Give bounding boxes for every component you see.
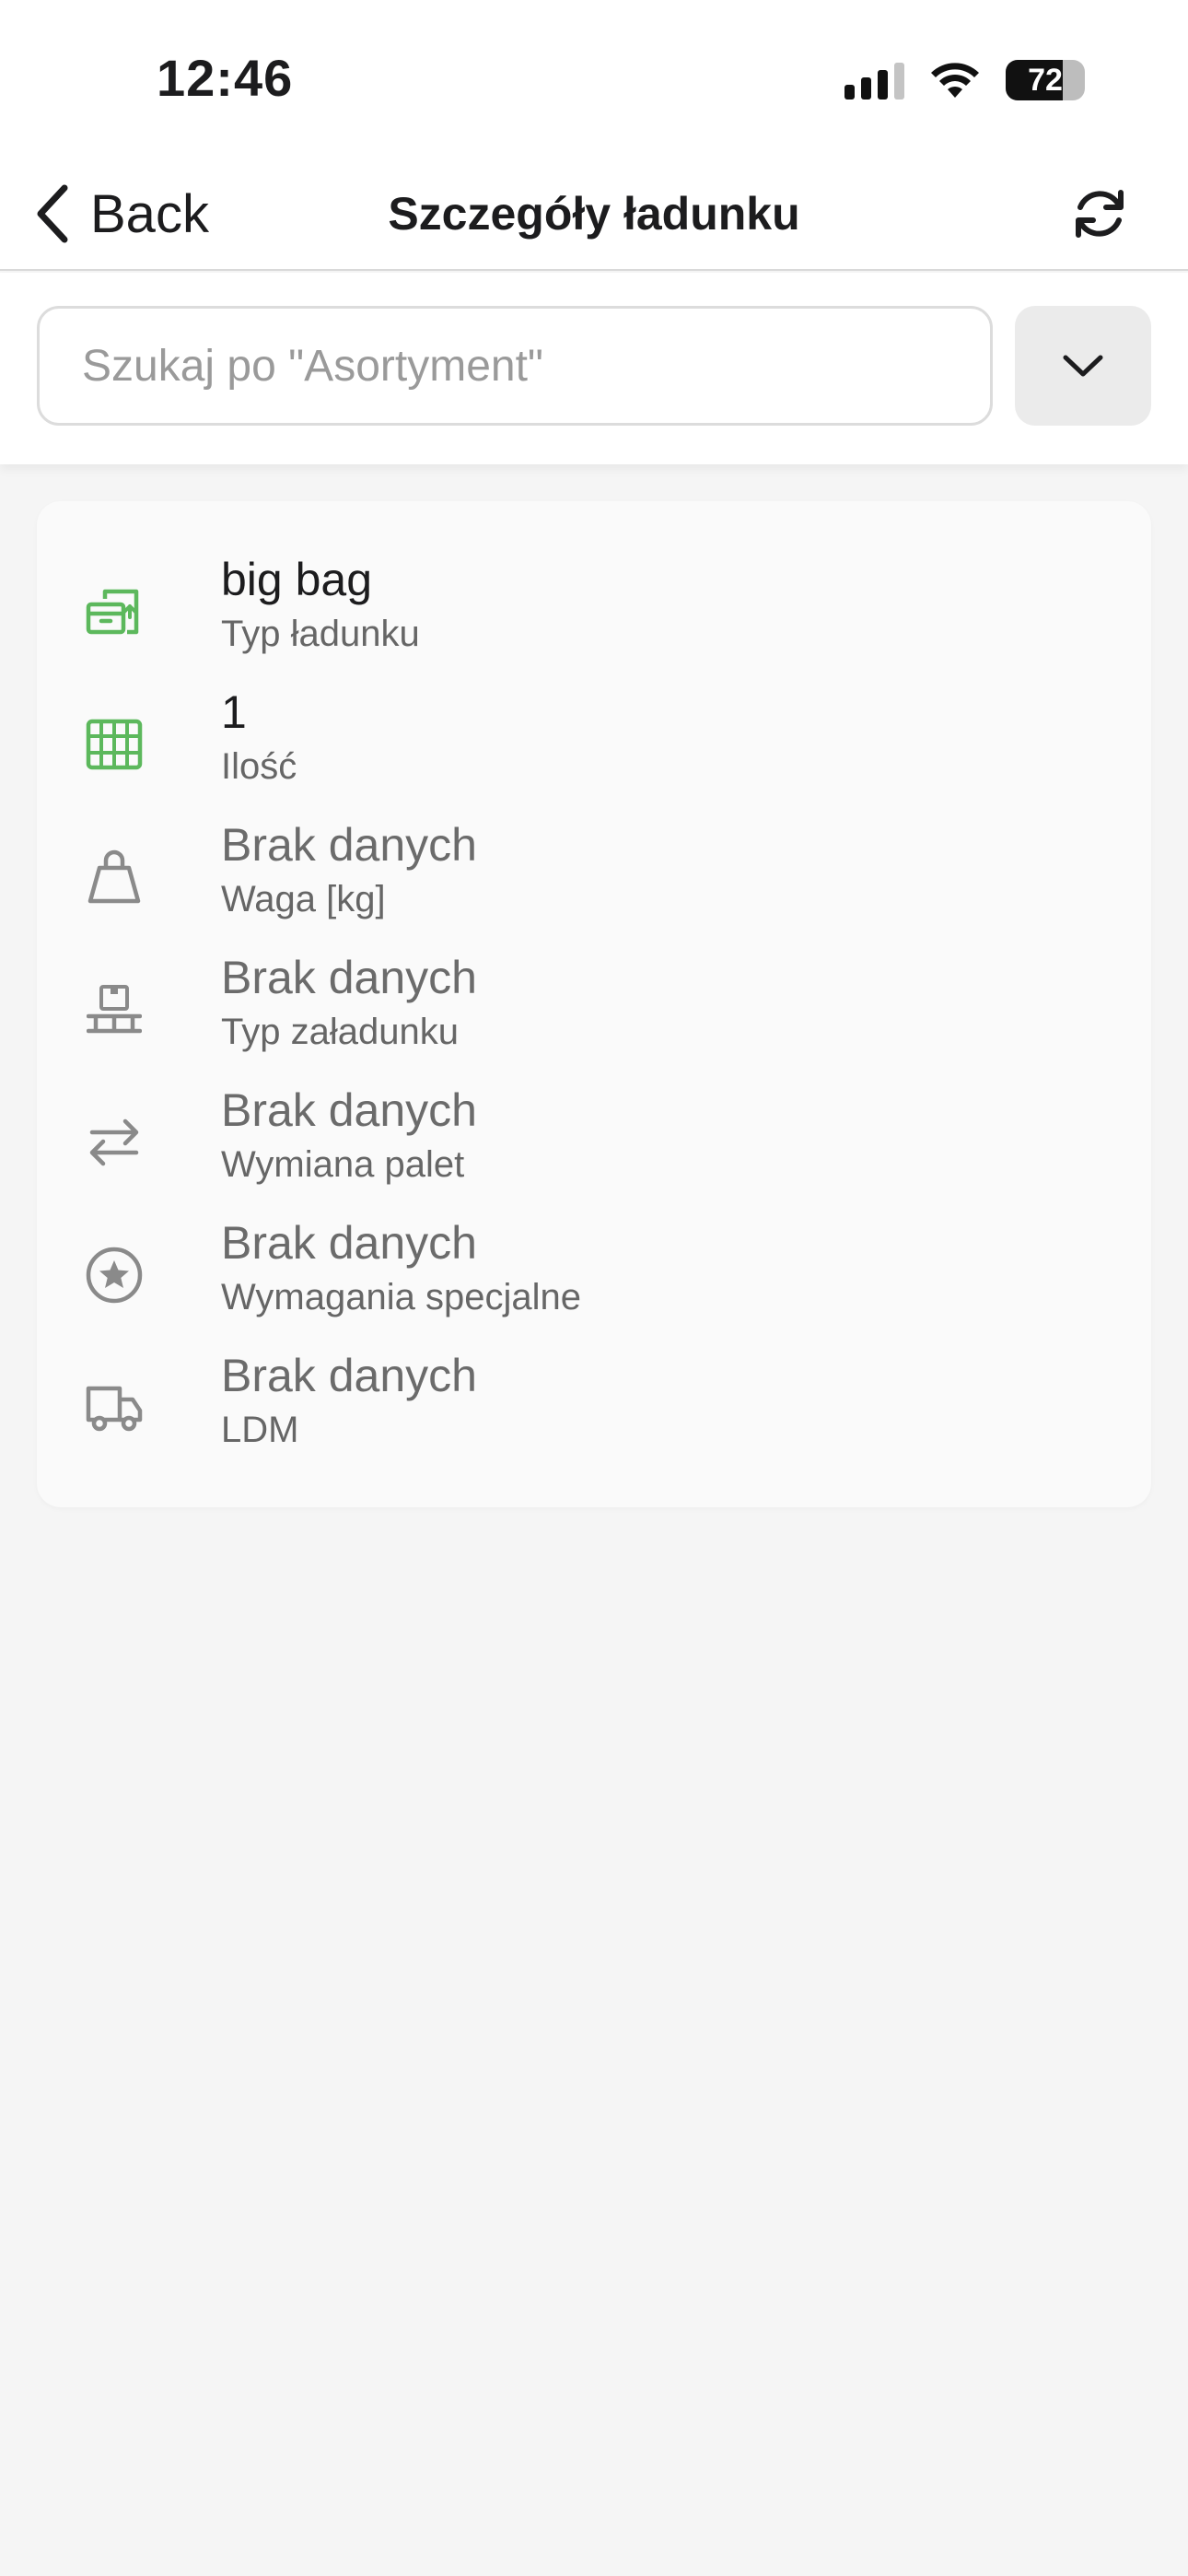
box-upload-icon [81, 579, 147, 645]
abacus-icon [81, 711, 147, 778]
search-input[interactable] [37, 306, 993, 426]
battery-level: 72 [1028, 62, 1063, 98]
exchange-arrows-icon [81, 1109, 147, 1176]
navigation-bar: Back Szczegóły ładunku [0, 157, 1188, 271]
detail-value: Brak danych [221, 1217, 477, 1269]
refresh-icon [1076, 190, 1124, 238]
detail-row-loading-type: Brak danych Typ załadunku [81, 951, 1103, 1071]
detail-row-special-requirements: Brak danych Wymagania specjalne [81, 1216, 1103, 1336]
detail-row-quantity: 1 Ilość [81, 685, 1103, 805]
cargo-details-card: big bag Typ ładunku 1 Ilość Brak danych … [37, 501, 1151, 1507]
status-bar: 12:46 72 [0, 0, 1188, 157]
star-circle-icon [81, 1242, 147, 1308]
detail-value: Brak danych [221, 1350, 477, 1401]
detail-value: Brak danych [221, 1084, 477, 1136]
detail-label: LDM [221, 1410, 299, 1450]
detail-label: Waga [kg] [221, 879, 386, 919]
detail-label: Typ ładunku [221, 614, 420, 654]
search-bar [0, 273, 1188, 464]
status-icons: 72 [844, 55, 1085, 105]
page-title: Szczegóły ładunku [388, 188, 800, 240]
status-time: 12:46 [157, 49, 294, 107]
detail-value: Brak danych [221, 819, 477, 871]
pallet-icon [81, 977, 147, 1043]
detail-label: Typ załadunku [221, 1012, 459, 1052]
detail-value: Brak danych [221, 952, 477, 1003]
detail-value: big bag [221, 554, 373, 605]
chevron-down-icon [1063, 355, 1103, 377]
truck-icon [81, 1375, 147, 1441]
dropdown-button[interactable] [1015, 306, 1151, 426]
signal-icon [844, 61, 904, 100]
detail-label: Wymagania specjalne [221, 1277, 581, 1317]
detail-value: 1 [221, 686, 247, 738]
refresh-button[interactable] [1063, 177, 1136, 251]
detail-row-pallet-exchange: Brak danych Wymiana palet [81, 1083, 1103, 1203]
detail-label: Ilość [221, 746, 297, 787]
battery-icon: 72 [1006, 60, 1085, 100]
weight-icon [81, 844, 147, 910]
detail-row-ldm: Brak danych LDM [81, 1349, 1103, 1469]
detail-label: Wymiana palet [221, 1144, 465, 1185]
detail-row-cargo-type: big bag Typ ładunku [81, 553, 1103, 673]
detail-row-weight: Brak danych Waga [kg] [81, 818, 1103, 938]
wifi-icon [931, 63, 979, 98]
